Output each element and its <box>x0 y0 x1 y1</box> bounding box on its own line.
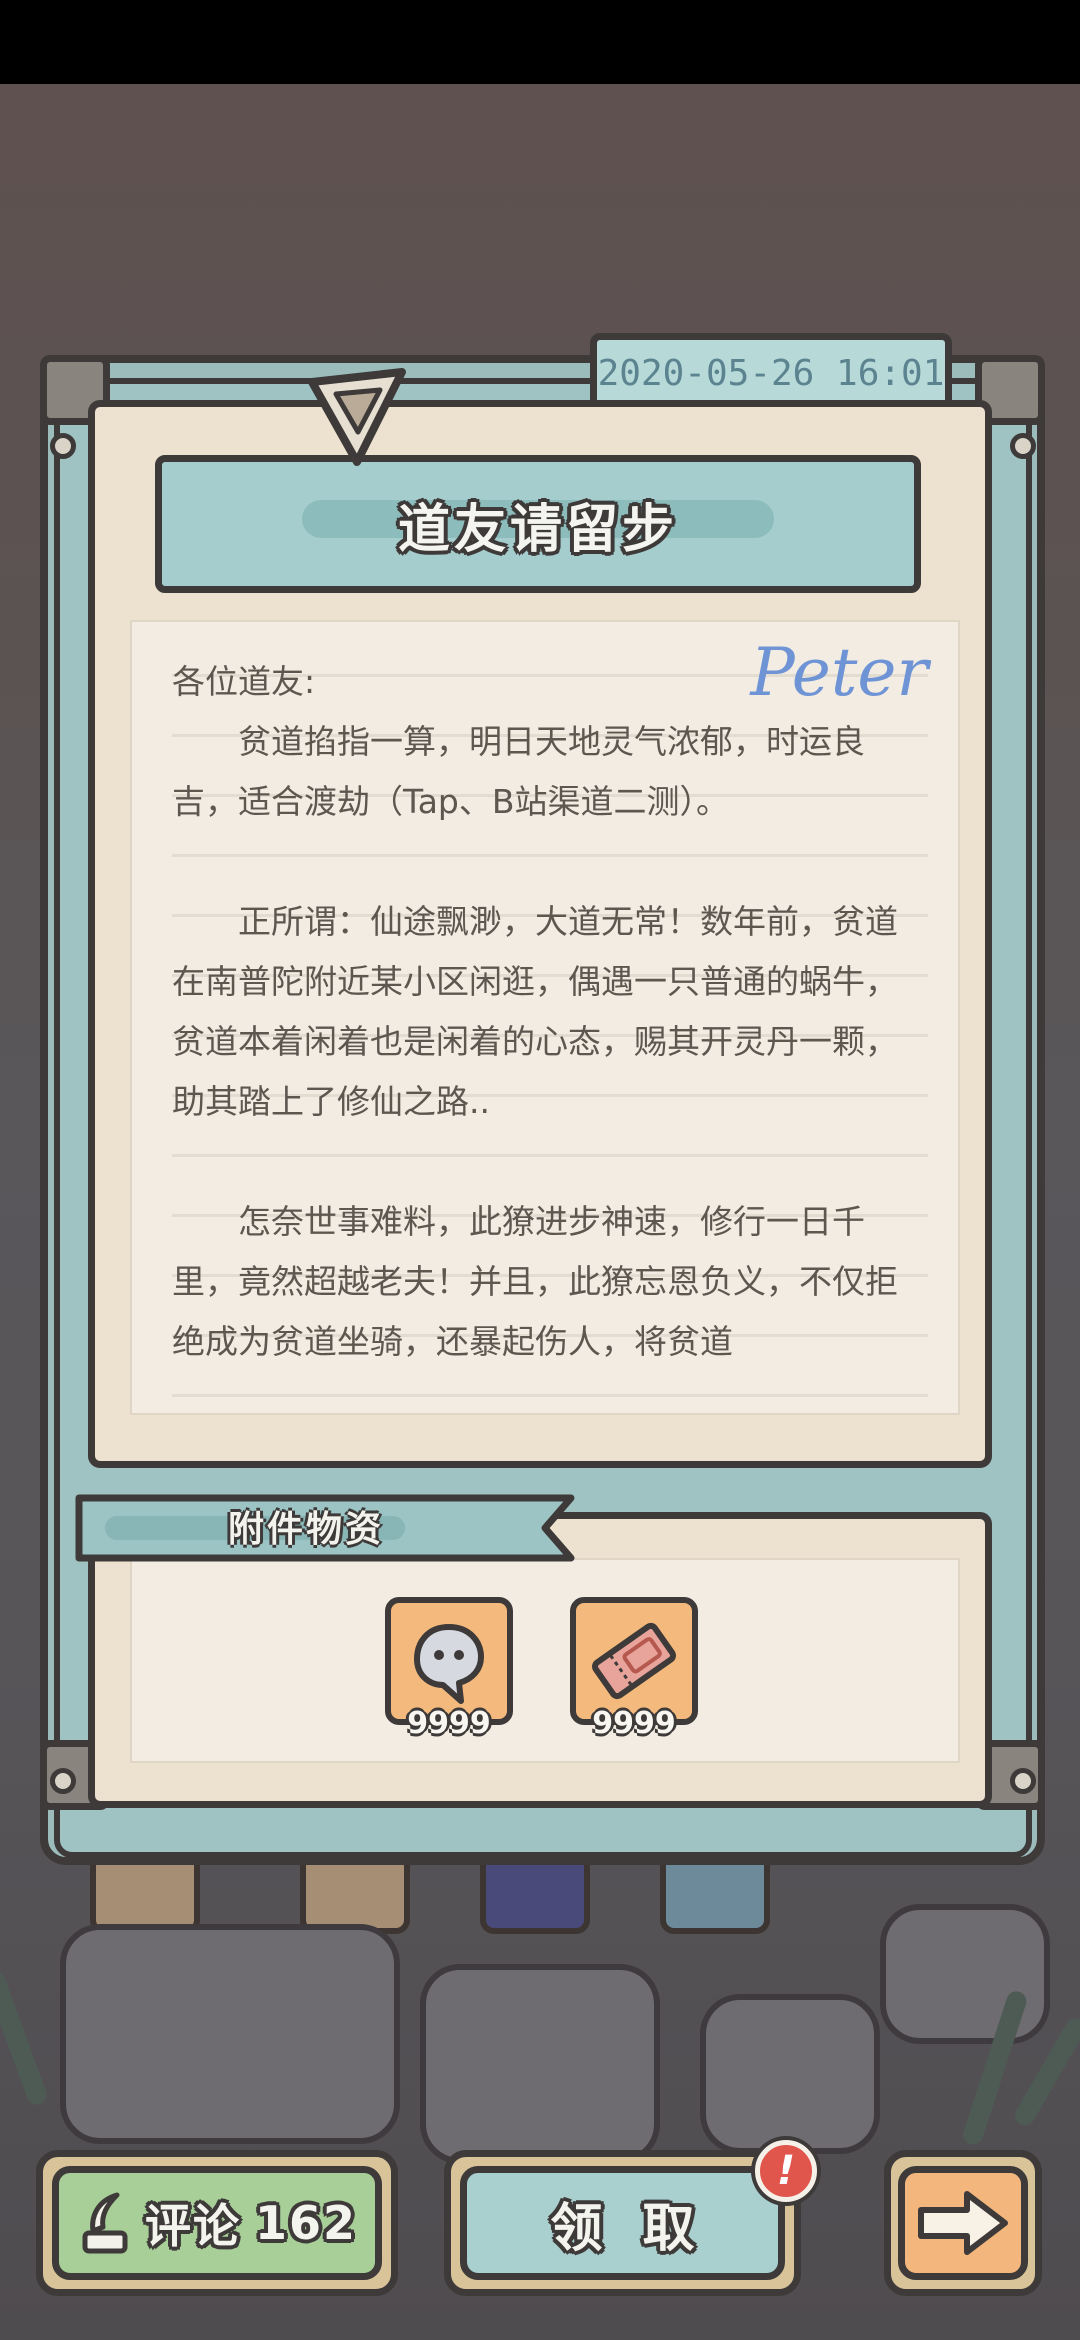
bolt-icon <box>1010 433 1036 459</box>
mail-title-banner: 道友请留步 <box>155 455 921 593</box>
attachment-item[interactable]: 9999 <box>385 1597 513 1741</box>
claim-button[interactable]: 领取 <box>460 2166 785 2280</box>
mail-title: 道友请留步 <box>397 499 678 560</box>
background-rock <box>700 1994 880 2154</box>
arrow-right-icon <box>918 2191 1008 2255</box>
bolt-icon <box>1010 1768 1036 1794</box>
mail-body[interactable]: Peter 各位道友: 贫道掐指一算，明日天地灵气浓郁，时运良吉，适合渡劫（Ta… <box>130 620 960 1415</box>
item-count: 9999 <box>592 1706 676 1741</box>
mail-content: 各位道友: 贫道掐指一算，明日天地灵气浓郁，时运良吉，适合渡劫（Tap、B站渠道… <box>172 652 926 1413</box>
background-rock <box>420 1964 660 2164</box>
mail-paragraph: 正所谓：仙途飘渺，大道无常！数年前，贫道在南普陀附近某小区闲逛，偶遇一只普通的蜗… <box>172 902 898 1121</box>
attachment-area <box>130 1558 960 1763</box>
comment-label: 评论 <box>144 2199 241 2253</box>
background-plant <box>0 1969 50 2108</box>
bolt-icon <box>50 433 76 459</box>
mail-paragraph: 怎奈世事难料，此獠进步神速，修行一日千里，竟然超越老夫！并且，此獠忘恩负义，不仅… <box>172 1202 898 1361</box>
status-bar <box>0 0 1080 84</box>
next-mail-button[interactable] <box>898 2166 1028 2280</box>
comment-button[interactable]: 评论 162 <box>52 2166 382 2280</box>
attachment-item[interactable]: 9999 <box>570 1597 698 1741</box>
ghost-soul-icon <box>414 1624 484 1704</box>
claim-label: 领取 <box>550 2198 735 2259</box>
comment-count: 162 <box>254 2196 358 2250</box>
attachment-label: 附件物资 <box>228 1509 385 1550</box>
mail-paragraph: 贫道掐指一算，明日天地灵气浓郁，时运良吉，适合渡劫（Tap、B站渠道二测）。 <box>172 722 865 821</box>
quill-icon <box>82 2192 128 2254</box>
sect-emblem-icon <box>308 368 406 466</box>
background-rock <box>880 1904 1050 2044</box>
bolt-icon <box>50 1768 76 1794</box>
item-count: 9999 <box>407 1706 491 1741</box>
notification-badge: ! <box>755 2140 817 2202</box>
background-rock <box>60 1924 400 2144</box>
mail-greeting: 各位道友: <box>172 662 316 701</box>
ticket-icon <box>592 1622 676 1700</box>
